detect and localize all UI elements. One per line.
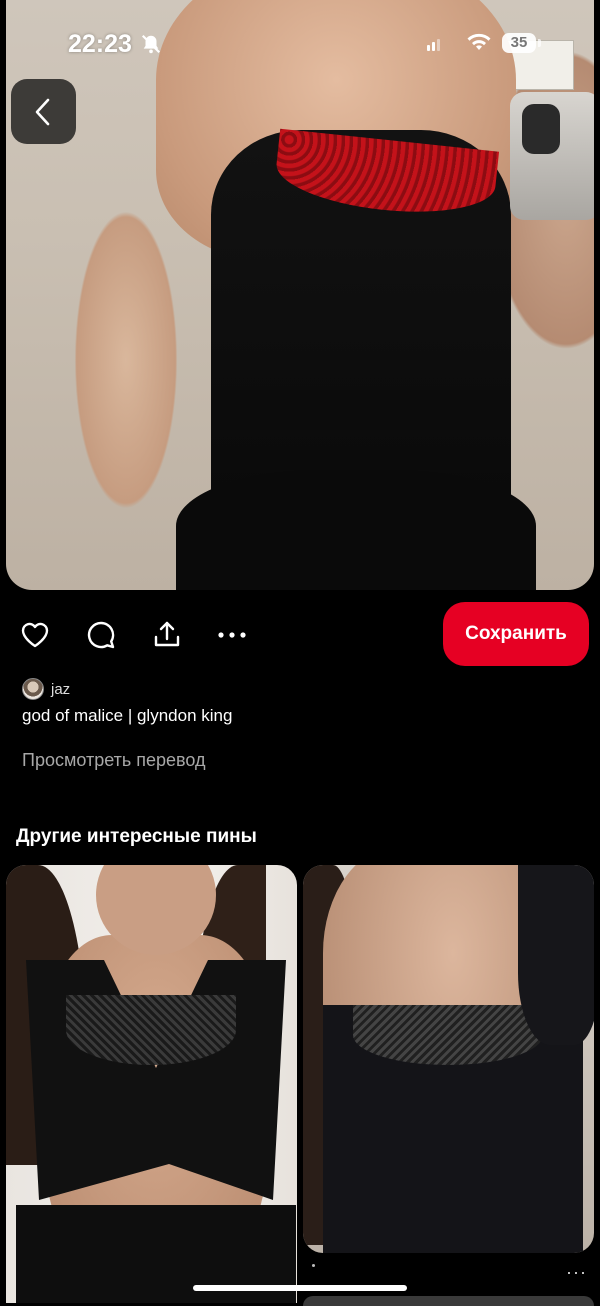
home-indicator[interactable] [193, 1285, 407, 1291]
like-button[interactable] [18, 618, 52, 652]
wifi-icon [467, 33, 491, 50]
status-bar: 22:23 35 [0, 0, 600, 90]
related-pin-more-button[interactable]: ··· [566, 1262, 587, 1283]
related-pin-card[interactable] [6, 865, 297, 1303]
image-phone-camera [522, 104, 560, 154]
more-icon [218, 632, 246, 638]
related-pin-card[interactable] [303, 865, 594, 1253]
share-button[interactable] [150, 618, 184, 652]
card-image-lace [353, 1005, 543, 1065]
bell-slash-icon [141, 34, 161, 54]
comment-button[interactable] [84, 618, 118, 652]
pin-title: god of malice | glyndon king [22, 706, 233, 725]
comment-icon [87, 621, 115, 649]
back-button[interactable] [11, 79, 76, 144]
share-icon [154, 621, 180, 647]
author[interactable]: jaz [22, 677, 70, 701]
related-pin-card-peek[interactable] [303, 1296, 594, 1306]
image-pants [176, 470, 536, 590]
author-name[interactable]: jaz [51, 681, 70, 698]
card-dot [312, 1264, 315, 1267]
cellular-signal-icon [427, 39, 440, 51]
avatar[interactable] [22, 678, 44, 700]
save-button[interactable]: Сохранить [443, 602, 589, 666]
related-pins-heading: Другие интересные пины [16, 826, 257, 847]
card-image-sleeve [518, 865, 594, 1045]
chevron-left-icon [35, 98, 49, 125]
more-options-button[interactable] [215, 618, 249, 652]
card-image-lace [66, 995, 236, 1065]
view-translation-link[interactable]: Просмотреть перевод [22, 750, 206, 771]
heart-icon [21, 622, 49, 648]
battery-tip [538, 39, 541, 47]
pin-action-bar: Сохранить [0, 600, 600, 670]
status-time: 22:23 [68, 30, 132, 58]
battery-icon: 35 [502, 33, 536, 53]
